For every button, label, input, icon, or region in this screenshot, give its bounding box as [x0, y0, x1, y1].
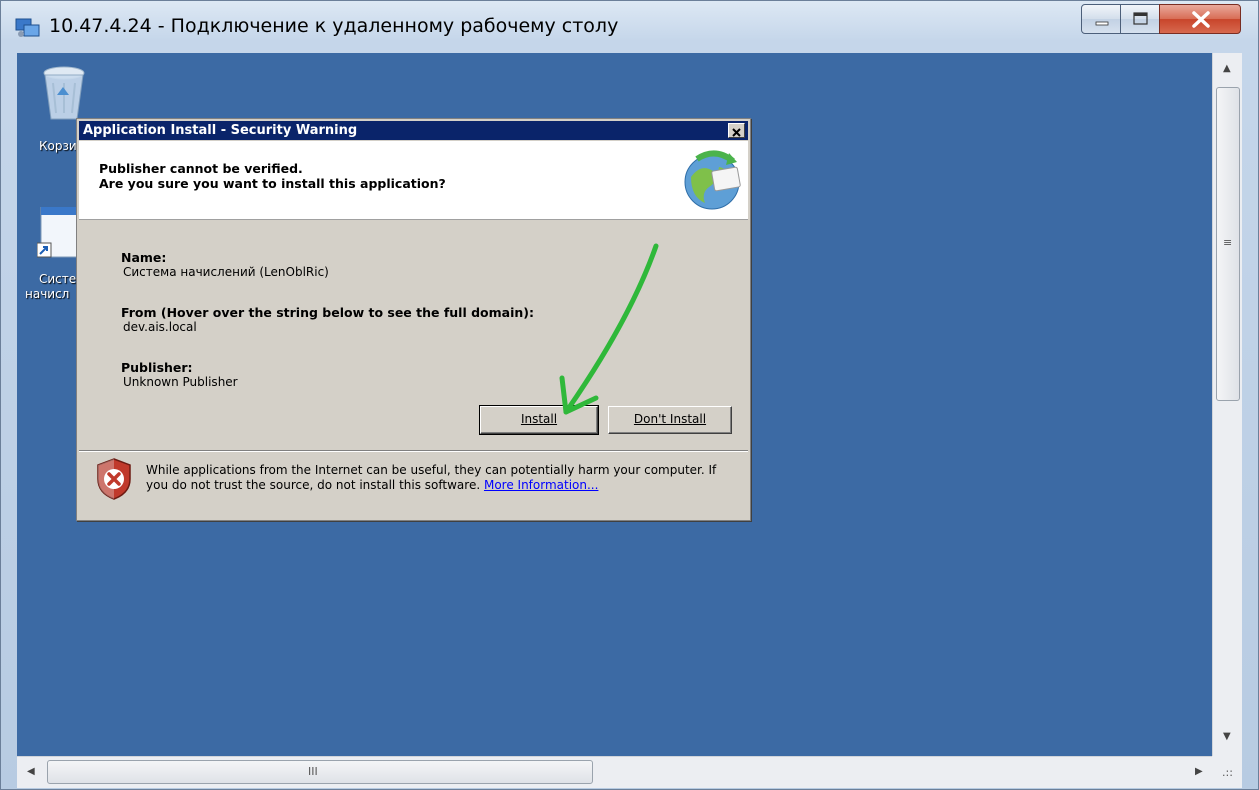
scroll-up-arrow-icon[interactable]: ▲ [1223, 63, 1231, 74]
security-shield-icon [97, 458, 131, 500]
publisher-value: Unknown Publisher [123, 375, 238, 389]
dialog-header-text: Publisher cannot be verified. Are you su… [99, 161, 446, 191]
maximize-icon [1133, 12, 1148, 25]
resize-grip[interactable]: .:: [1212, 756, 1242, 788]
vertical-scrollbar[interactable]: ▲ ≡ ▼ [1212, 53, 1242, 756]
dialog-header: Publisher cannot be verified. Are you su… [79, 141, 748, 220]
scroll-right-arrow-icon[interactable]: ▶ [1195, 766, 1203, 777]
horizontal-scroll-thumb[interactable]: III [47, 760, 593, 784]
rdp-titlebar[interactable]: 10.47.4.24 - Подключение к удаленному ра… [1, 1, 1258, 41]
maximize-button[interactable] [1120, 4, 1160, 34]
resize-grip-icon: .:: [1222, 766, 1233, 779]
close-icon [732, 128, 741, 137]
header-line-2: Are you sure you want to install this ap… [99, 176, 446, 191]
close-button[interactable] [1159, 4, 1241, 34]
close-icon [1192, 11, 1210, 28]
dialog-separator [79, 450, 748, 452]
name-label: Name: [121, 250, 167, 265]
shortcut-label-line1: Систе [39, 272, 77, 286]
globe-install-icon [684, 150, 741, 210]
remote-desktop-icon [15, 18, 40, 37]
recycle-bin-label: Корзи [39, 139, 77, 153]
minimize-button[interactable] [1081, 4, 1121, 34]
scroll-left-arrow-icon[interactable]: ◀ [27, 766, 35, 777]
thumb-grip-icon: ≡ [1223, 236, 1233, 249]
from-value[interactable]: dev.ais.local [123, 320, 197, 334]
publisher-label: Publisher: [121, 360, 193, 375]
scroll-down-arrow-icon[interactable]: ▼ [1223, 731, 1231, 742]
warning-text: While applications from the Internet can… [146, 463, 736, 493]
shortcut-label-line2: начисл [25, 287, 70, 301]
horizontal-scrollbar[interactable]: ◀ III ▶ [17, 756, 1212, 788]
more-information-link[interactable]: More Information... [484, 478, 598, 492]
minimize-icon [1095, 21, 1109, 26]
annotation-arrow-icon [559, 243, 659, 415]
dialog-close-button[interactable] [728, 123, 745, 138]
thumb-grip-label: III [308, 765, 318, 778]
header-line-1: Publisher cannot be verified. [99, 161, 303, 176]
window-title: 10.47.4.24 - Подключение к удаленному ра… [49, 15, 619, 37]
dialog-title: Application Install - Security Warning [83, 123, 358, 138]
warning-message: While applications from the Internet can… [146, 463, 717, 492]
from-label: From (Hover over the string below to see… [121, 305, 534, 320]
name-value: Система начислений (LenOblRic) [123, 265, 329, 279]
dialog-titlebar[interactable]: Application Install - Security Warning [79, 121, 748, 140]
vertical-scroll-thumb[interactable]: ≡ [1216, 87, 1240, 401]
recycle-bin-icon[interactable] [39, 65, 89, 123]
